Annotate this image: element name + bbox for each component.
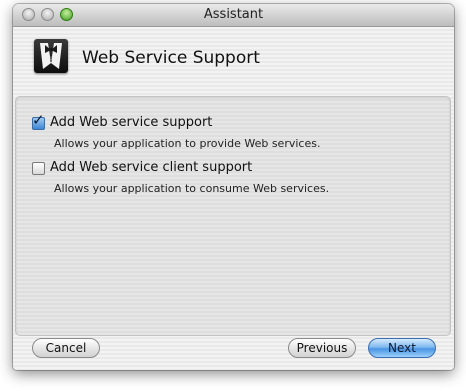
options-group: ✓ Add Web service support Allows your ap… (15, 96, 451, 336)
web-service-support-checkbox[interactable]: ✓ (32, 113, 45, 130)
web-service-client-support-checkbox[interactable] (32, 162, 45, 175)
web-service-client-support-description: Allows your application to consume Web s… (54, 182, 330, 195)
page-title: Web Service Support (82, 48, 260, 68)
tuxedo-icon (34, 39, 68, 73)
assistant-window: Assistant Web Service Support ✓ Add Web … (13, 4, 454, 370)
next-button[interactable]: Next (368, 338, 436, 358)
web-service-support-label[interactable]: Add Web service support (50, 115, 212, 130)
title-bar[interactable]: Assistant (13, 4, 454, 27)
web-service-client-support-label[interactable]: Add Web service client support (50, 160, 252, 175)
assistant-content: Web Service Support ✓ Add Web service su… (13, 27, 454, 370)
checkmark-icon: ✓ (32, 111, 45, 129)
cancel-button[interactable]: Cancel (32, 338, 100, 358)
web-service-support-description: Allows your application to provide Web s… (54, 137, 321, 150)
window-title: Assistant (203, 7, 264, 22)
previous-button[interactable]: Previous (288, 338, 356, 358)
